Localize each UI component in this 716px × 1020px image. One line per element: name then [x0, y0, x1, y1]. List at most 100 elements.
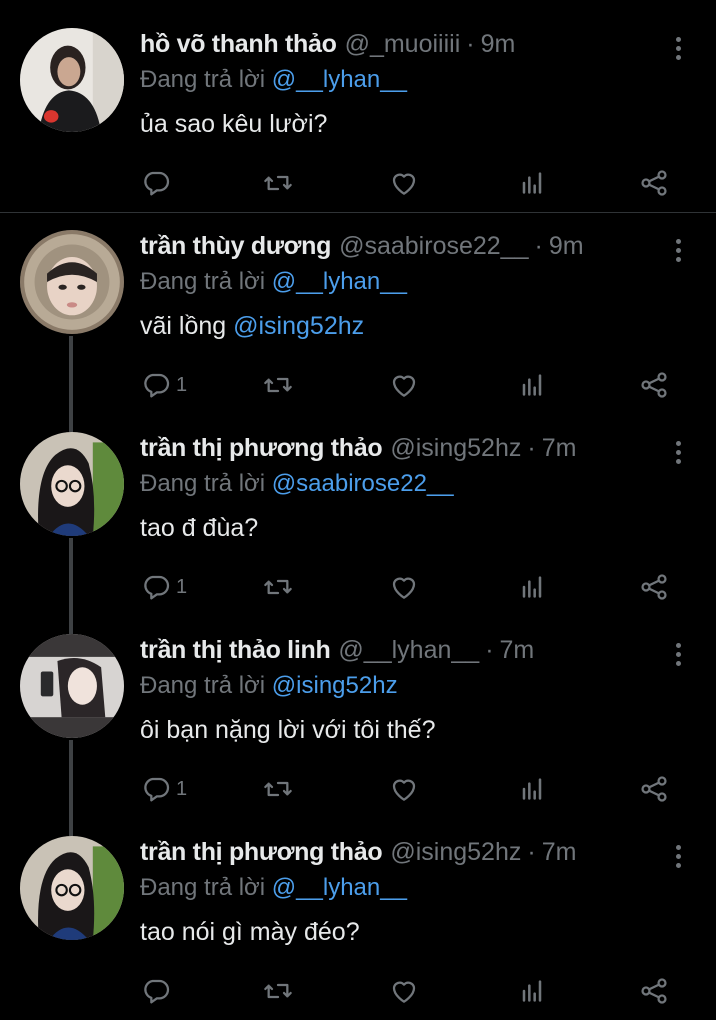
like-button[interactable]	[388, 974, 420, 1008]
replying-to-mention[interactable]: @__lyhan__	[272, 66, 407, 93]
analytics-button[interactable]	[516, 368, 548, 402]
text-mention[interactable]: @ising52hz	[233, 312, 364, 340]
more-vertical-icon[interactable]	[668, 438, 688, 466]
timestamp[interactable]: 9m	[549, 232, 584, 261]
timestamp[interactable]: 7m	[542, 434, 577, 463]
retweet-icon	[262, 975, 294, 1007]
tweet-header: trần thị phương thảo @ising52hz · 7m	[140, 434, 656, 468]
more-vertical-icon[interactable]	[668, 34, 688, 62]
bar-chart-icon	[516, 975, 548, 1007]
retweet-button[interactable]	[262, 974, 294, 1008]
user-handle[interactable]: @ising52hz	[390, 838, 521, 867]
analytics-button[interactable]	[516, 166, 548, 200]
display-name[interactable]: trần thị phương thảo	[140, 434, 383, 463]
user-handle[interactable]: @_muoiiiii	[345, 30, 461, 59]
tweet[interactable]: hồ võ thanh thảo @_muoiiiii · 9m Đang tr…	[0, 28, 716, 208]
like-button[interactable]	[388, 772, 420, 806]
separator-dot: ·	[527, 838, 536, 866]
bar-chart-icon	[516, 369, 548, 401]
user-handle[interactable]: @ising52hz	[390, 434, 521, 463]
reply-bubble-icon	[140, 167, 172, 199]
like-button[interactable]	[388, 368, 420, 402]
tweet[interactable]: trần thị phương thảo @ising52hz · 7m Đan…	[0, 836, 716, 1016]
replying-to: Đang trả lời @__lyhan__	[140, 874, 407, 902]
tweet-actions: 1	[140, 570, 680, 604]
share-button[interactable]	[638, 974, 670, 1008]
avatar[interactable]	[20, 28, 124, 132]
tweet-actions	[140, 974, 680, 1008]
replying-to-label: Đang trả lời	[140, 470, 266, 497]
share-button[interactable]	[638, 570, 670, 604]
tweet[interactable]: trần thùy dương @saabirose22__ · 9m Đang…	[0, 230, 716, 410]
user-handle[interactable]: @__lyhan__	[338, 636, 479, 665]
replying-to-label: Đang trả lời	[140, 66, 266, 93]
reply-button[interactable]: 1	[140, 570, 187, 604]
display-name[interactable]: trần thị thảo linh	[140, 636, 331, 665]
reply-count: 1	[176, 777, 188, 800]
tweet-actions: 1	[140, 772, 680, 806]
share-button[interactable]	[638, 368, 670, 402]
timestamp[interactable]: 9m	[481, 30, 516, 59]
reply-count: 1	[176, 373, 188, 396]
retweet-icon	[262, 773, 294, 805]
display-name[interactable]: trần thị phương thảo	[140, 838, 383, 867]
reply-button[interactable]	[140, 974, 176, 1008]
retweet-button[interactable]	[262, 368, 294, 402]
tweet-text-body: ủa sao kêu lười?	[140, 110, 328, 138]
avatar[interactable]	[20, 432, 124, 536]
tweet-text-body: ôi bạn nặng lời với tôi thế?	[140, 716, 436, 744]
share-icon	[638, 167, 670, 199]
tweet-text: tao nói gì mày đéo?	[140, 918, 360, 947]
separator-dot: ·	[466, 30, 475, 58]
retweet-button[interactable]	[262, 772, 294, 806]
timestamp[interactable]: 7m	[542, 838, 577, 867]
tweet[interactable]: trần thị thảo linh @__lyhan__ · 7m Đang …	[0, 634, 716, 814]
tweet-text: ôi bạn nặng lời với tôi thế?	[140, 716, 435, 745]
more-vertical-icon[interactable]	[668, 640, 688, 668]
replying-to-mention[interactable]: @__lyhan__	[272, 874, 407, 901]
reply-bubble-icon	[140, 369, 172, 401]
timestamp[interactable]: 7m	[500, 636, 535, 665]
display-name[interactable]: trần thùy dương	[140, 232, 331, 261]
tweet-header: trần thùy dương @saabirose22__ · 9m	[140, 232, 656, 266]
more-vertical-icon[interactable]	[668, 236, 688, 264]
avatar[interactable]	[20, 634, 124, 738]
share-button[interactable]	[638, 772, 670, 806]
like-button[interactable]	[388, 570, 420, 604]
reply-button[interactable]	[140, 166, 176, 200]
analytics-button[interactable]	[516, 974, 548, 1008]
analytics-button[interactable]	[516, 570, 548, 604]
tweet[interactable]: trần thị phương thảo @ising52hz · 7m Đan…	[0, 432, 716, 612]
heart-icon	[388, 571, 420, 603]
reply-button[interactable]: 1	[140, 368, 187, 402]
reply-count: 1	[176, 575, 188, 598]
share-icon	[638, 571, 670, 603]
tweet-text-body: tao đ đùa?	[140, 514, 259, 542]
replying-to-mention[interactable]: @saabirose22__	[272, 470, 454, 497]
user-handle[interactable]: @saabirose22__	[339, 232, 528, 261]
replying-to-label: Đang trả lời	[140, 874, 266, 901]
separator-dot: ·	[527, 434, 536, 462]
replying-to: Đang trả lời @saabirose22__	[140, 470, 454, 498]
bar-chart-icon	[516, 571, 548, 603]
avatar[interactable]	[20, 230, 124, 334]
analytics-button[interactable]	[516, 772, 548, 806]
retweet-button[interactable]	[262, 570, 294, 604]
like-button[interactable]	[388, 166, 420, 200]
display-name[interactable]: hồ võ thanh thảo	[140, 30, 337, 59]
separator-dot: ·	[485, 636, 494, 664]
retweet-button[interactable]	[262, 166, 294, 200]
replying-to-label: Đang trả lời	[140, 672, 266, 699]
replying-to-mention[interactable]: @ising52hz	[272, 672, 398, 699]
replying-to-mention[interactable]: @__lyhan__	[272, 268, 407, 295]
heart-icon	[388, 369, 420, 401]
tweet-actions: 1	[140, 368, 680, 402]
share-button[interactable]	[638, 166, 670, 200]
avatar[interactable]	[20, 836, 124, 940]
reply-button[interactable]: 1	[140, 772, 187, 806]
tweet-header: trần thị thảo linh @__lyhan__ · 7m	[140, 636, 656, 670]
bar-chart-icon	[516, 773, 548, 805]
tweet-header: hồ võ thanh thảo @_muoiiiii · 9m	[140, 30, 656, 64]
more-vertical-icon[interactable]	[668, 842, 688, 870]
heart-icon	[388, 975, 420, 1007]
